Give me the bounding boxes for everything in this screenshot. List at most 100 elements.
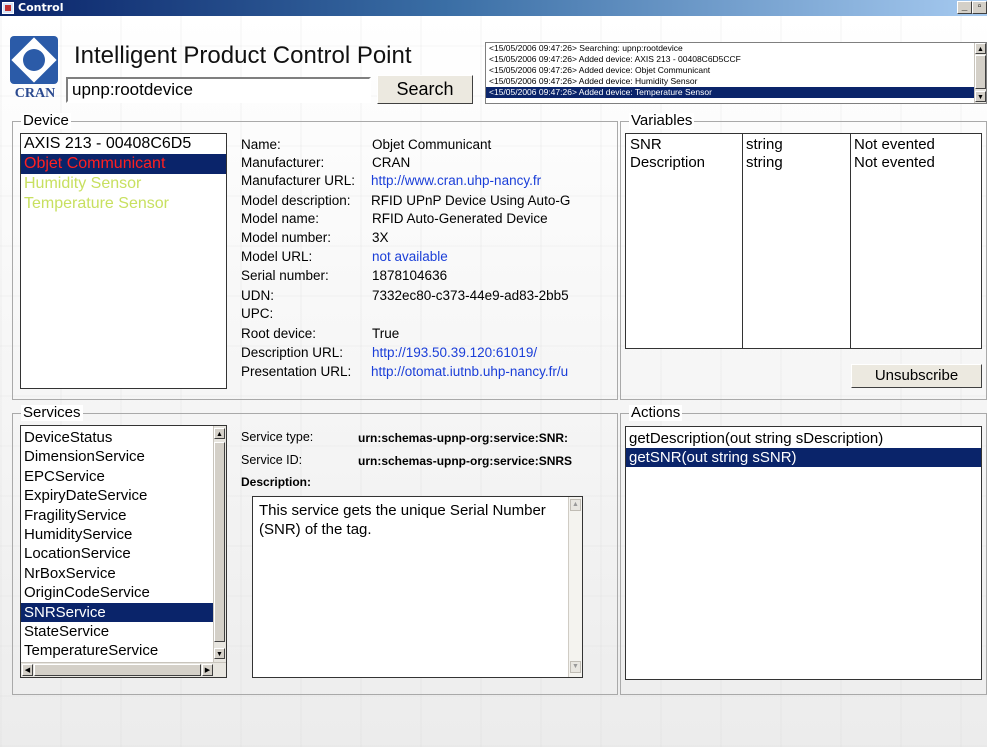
window-title: Control	[18, 1, 64, 14]
service-type-label: Service type:	[241, 430, 314, 444]
minimize-icon[interactable]: _	[957, 1, 972, 14]
device-property-value: RFID UPnP Device Using Auto-G	[371, 193, 571, 208]
service-list-item[interactable]: TemperatureService	[21, 641, 213, 660]
device-property-value: 1878104636	[372, 268, 448, 283]
scroll-up-icon[interactable]: ▲	[975, 43, 986, 54]
services-list[interactable]: DeviceStatus DimensionService EPCService Ex…	[20, 425, 227, 678]
device-property-row: Presentation URL: http://otomat.iutnb.uhp…	[241, 364, 611, 381]
variable-name-cell: SNR	[630, 136, 662, 153]
scroll-thumb[interactable]	[975, 55, 986, 89]
service-list-item[interactable]: EPCService	[21, 467, 213, 486]
scroll-up-icon[interactable]: ▲	[570, 499, 581, 511]
service-list-item[interactable]: HumidityService	[21, 525, 213, 544]
service-description-box[interactable]: This service gets the unique Serial Numb…	[252, 496, 583, 678]
service-list-item[interactable]: LocationService	[21, 544, 213, 563]
cran-logo-text: CRAN	[14, 86, 56, 101]
device-list-item[interactable]: Temperature Sensor	[21, 194, 226, 214]
maximize-icon[interactable]: ▫	[972, 1, 987, 14]
cran-logo-mark	[10, 36, 58, 84]
scroll-right-icon[interactable]: ▶	[202, 664, 213, 676]
device-property-value: CRAN	[372, 155, 411, 170]
service-list-item[interactable]: NrBoxService	[21, 564, 213, 583]
services-vscrollbar[interactable]: ▲ ▼	[213, 426, 226, 662]
device-property-row: UPC:	[241, 306, 611, 323]
service-id-value: urn:schemas-upnp-org:service:SNRS	[358, 454, 573, 468]
variables-group-title: Variables	[629, 112, 695, 129]
service-list-item[interactable]: SNRService	[21, 602, 213, 623]
device-property-row: Model description: RFID UPnP Device Using…	[241, 193, 611, 210]
service-list-item[interactable]: FragilityService	[21, 506, 213, 525]
device-property-label: Manufacturer URL:	[241, 173, 356, 188]
service-list-item[interactable]: DimensionService	[21, 447, 213, 466]
action-list-item[interactable]: getDescription(out string sDescription)	[626, 429, 981, 448]
log-line[interactable]: <15/05/2006 09:47:26> Added device: Temp…	[486, 87, 974, 98]
scroll-down-icon[interactable]: ▼	[214, 648, 225, 659]
log-line[interactable]: <15/05/2006 09:47:26> Added device: Obje…	[486, 65, 974, 76]
variable-type-cell: string	[746, 136, 783, 153]
log-line[interactable]: <15/05/2006 09:47:26> Searching: upnp:ro…	[486, 43, 974, 54]
unsubscribe-button[interactable]: Unsubscribe	[851, 364, 982, 388]
device-list-item[interactable]: Humidity Sensor	[21, 174, 226, 194]
scroll-thumb[interactable]	[214, 442, 225, 642]
search-input[interactable]	[66, 77, 371, 103]
window-titlebar[interactable]: Control _ ▫	[0, 0, 987, 16]
variable-evented-cell: Not evented	[854, 154, 935, 171]
device-property-value[interactable]: http://193.50.39.120:61019/	[372, 345, 612, 360]
log-line[interactable]: <15/05/2006 09:47:26> Added device: AXIS…	[486, 54, 974, 65]
variables-table[interactable]: SNR string Not evented Description string Not…	[625, 133, 982, 349]
search-button[interactable]: Search	[377, 75, 473, 104]
device-property-row: Manufacturer: CRAN	[241, 155, 611, 172]
service-type-value: urn:schemas-upnp-org:service:SNR:	[358, 431, 569, 445]
device-group-title: Device	[21, 112, 71, 129]
services-items: DeviceStatus DimensionService EPCService Ex…	[21, 428, 213, 661]
services-hscrollbar[interactable]: ◀ ▶	[21, 662, 226, 677]
device-list-item[interactable]: Objet Communicant	[21, 154, 226, 174]
scroll-down-icon[interactable]: ▼	[570, 661, 581, 673]
device-property-row: Manufacturer URL: http://www.cran.uhp-nan…	[241, 173, 611, 190]
device-property-label: Presentation URL:	[241, 364, 352, 379]
device-list-item[interactable]: AXIS 213 - 00408C6D5	[21, 134, 226, 154]
actions-group-title: Actions	[629, 404, 683, 421]
log-line[interactable]: <15/05/2006 09:47:26> Added device: Humi…	[486, 76, 974, 87]
scroll-down-icon[interactable]: ▼	[975, 91, 986, 102]
device-property-label: Model name:	[241, 211, 320, 226]
log-scrollbar[interactable]: ▲ ▼	[974, 43, 986, 103]
service-id-label: Service ID:	[241, 453, 303, 467]
device-property-label: Name:	[241, 137, 281, 152]
service-description-text: This service gets the unique Serial Numb…	[259, 502, 546, 538]
device-items: AXIS 213 - 00408C6D5 Objet Communicant Hum…	[21, 134, 226, 214]
action-list-item[interactable]: getSNR(out string sSNR)	[626, 448, 981, 467]
service-list-item[interactable]: OriginCodeService	[21, 583, 213, 602]
description-scrollbar[interactable]: ▲ ▼	[568, 497, 582, 677]
service-list-item[interactable]: ExpiryDateService	[21, 486, 213, 505]
device-property-label: Manufacturer:	[241, 155, 325, 170]
device-property-label: Serial number:	[241, 268, 329, 283]
variable-type-cell: string	[746, 154, 783, 171]
device-property-label: Model URL:	[241, 249, 313, 264]
device-property-value[interactable]: http://otomat.iutnb.uhp-nancy.fr/u	[371, 364, 611, 379]
device-property-label: Model description:	[241, 193, 351, 208]
scroll-thumb[interactable]	[34, 664, 201, 676]
device-property-value[interactable]: http://www.cran.uhp-nancy.fr	[371, 173, 611, 188]
service-list-item[interactable]: DeviceStatus	[21, 428, 213, 447]
device-property-label: Model number:	[241, 230, 332, 245]
device-property-row: UDN: 7332ec80-c373-44e9-ad83-2bb5	[241, 288, 611, 305]
device-property-label: Root device:	[241, 326, 317, 341]
variable-name-cell: Description	[630, 154, 706, 171]
device-list[interactable]: AXIS 213 - 00408C6D5 Objet Communicant Hum…	[20, 133, 227, 389]
event-log[interactable]: <15/05/2006 09:47:26> Searching: upnp:ro…	[485, 42, 987, 104]
service-list-item[interactable]: StateService	[21, 622, 213, 641]
device-property-label: Description URL:	[241, 345, 344, 360]
device-property-value: 3X	[372, 230, 389, 245]
device-property-value: Objet Communicant	[372, 137, 492, 152]
device-property-value: True	[372, 326, 400, 341]
services-group-title: Services	[21, 404, 83, 421]
scroll-left-icon[interactable]: ◀	[22, 664, 33, 676]
device-property-row: Root device: True	[241, 326, 611, 343]
device-property-row: Serial number: 1878104636	[241, 268, 611, 285]
actions-list[interactable]: getDescription(out string sDescription) g…	[625, 426, 982, 680]
device-property-row: Model URL: not available	[241, 249, 611, 266]
device-property-row: Model name: RFID Auto-Generated Device	[241, 211, 611, 228]
scroll-up-icon[interactable]: ▲	[214, 428, 225, 439]
device-property-row: Model number: 3X	[241, 230, 611, 247]
